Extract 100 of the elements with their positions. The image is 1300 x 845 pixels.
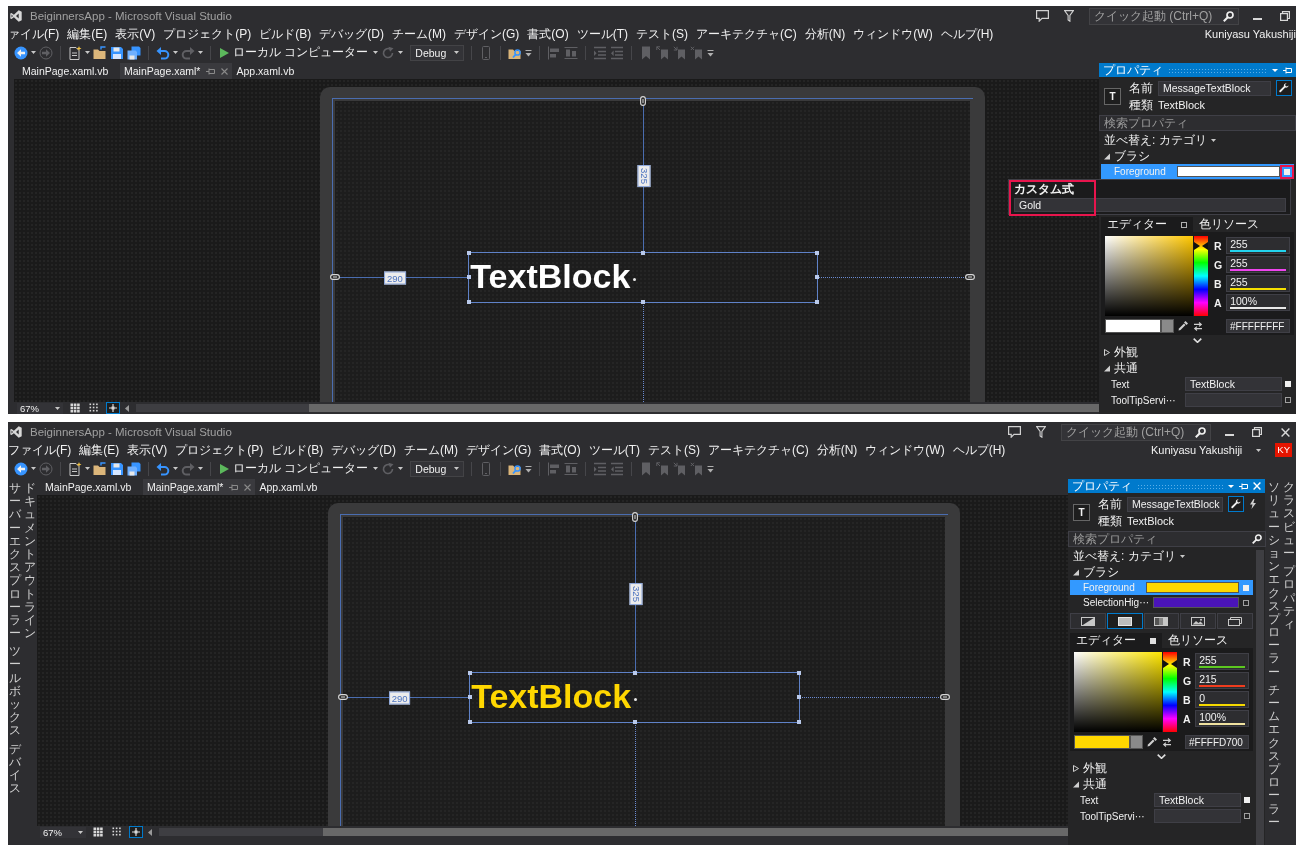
property-row[interactable]: SelectionHig···: [1070, 595, 1253, 610]
category-header[interactable]: 共通: [1099, 360, 1138, 376]
menu-item[interactable]: ウィンドウ(W): [865, 441, 945, 459]
configuration-dropdown[interactable]: Debug: [410, 460, 465, 477]
editor-tab[interactable]: 色リソース: [1193, 217, 1265, 232]
document-icon[interactable]: [68, 461, 82, 476]
channel-value-field[interactable]: 255: [1226, 256, 1290, 273]
resize-handle-icon[interactable]: [640, 250, 645, 255]
color-field[interactable]: [1105, 236, 1193, 316]
caret-icon[interactable]: [85, 51, 90, 54]
menu-item[interactable]: チーム(M): [392, 25, 446, 43]
quick-launch-field[interactable]: クイック起動 (Ctrl+Q): [1089, 7, 1239, 25]
property-marker-icon[interactable]: [1285, 397, 1291, 403]
eyedropper-icon[interactable]: [1178, 321, 1188, 331]
side-tab[interactable]: クラスビュー: [1283, 481, 1295, 561]
menu-item[interactable]: 表示(V): [127, 441, 168, 459]
anchor-icon[interactable]: [640, 96, 646, 106]
user-initials[interactable]: KY: [1275, 443, 1292, 457]
resize-handle-icon[interactable]: [814, 250, 819, 255]
resize-handle-icon[interactable]: [632, 719, 637, 724]
menu-item[interactable]: 表示(V): [115, 25, 156, 43]
overflow-icon[interactable]: [707, 463, 715, 474]
configuration-dropdown[interactable]: Debug: [410, 44, 465, 61]
properties-view-button[interactable]: [1228, 496, 1244, 512]
dotted-grid-icon[interactable]: [87, 402, 101, 414]
anchor-icon[interactable]: [337, 693, 348, 700]
resize-handle-icon[interactable]: [814, 299, 819, 304]
hex-field[interactable]: #FFFFD700: [1185, 735, 1249, 749]
menu-item[interactable]: 書式(O): [539, 441, 581, 459]
expression-field[interactable]: Gold: [1014, 198, 1286, 212]
menu-item[interactable]: デザイン(G): [466, 441, 532, 459]
zoom-dropdown[interactable]: 67%: [17, 402, 63, 414]
caret-icon[interactable]: [1179, 554, 1185, 558]
resize-handle-icon[interactable]: [467, 275, 472, 279]
document-tab[interactable]: MainPage.xaml.vb: [18, 63, 120, 79]
menu-item[interactable]: ウィンドウ(W): [853, 25, 933, 43]
property-marker-icon[interactable]: [1244, 813, 1250, 819]
resize-handle-icon[interactable]: [467, 250, 472, 255]
color-field[interactable]: [1074, 652, 1162, 732]
selection-rectangle[interactable]: TextBlock: [469, 671, 801, 723]
search-field[interactable]: 検索プロパティ: [1099, 115, 1296, 131]
side-tab[interactable]: ドキュメントアウトライン: [24, 482, 36, 641]
anchor-icon[interactable]: [965, 273, 976, 280]
chevron-down-icon[interactable]: [1193, 338, 1202, 343]
menu-item[interactable]: ビルド(B): [271, 441, 324, 459]
triangle-icon[interactable]: [1104, 364, 1110, 372]
anchor-icon[interactable]: [329, 273, 340, 280]
editor-tab[interactable]: エディター: [1070, 633, 1162, 648]
crosshair-icon[interactable]: [129, 826, 143, 838]
document-tab[interactable]: App.xaml.vb: [232, 63, 335, 79]
undo-icon[interactable]: [156, 45, 170, 60]
user-name[interactable]: Kuniyasu Yakushiji: [1204, 28, 1296, 40]
menu-item[interactable]: プロジェクト(P): [163, 25, 252, 43]
channel-value-field[interactable]: 100%: [1195, 710, 1249, 727]
name-field[interactable]: MessageTextBlock: [1158, 80, 1271, 96]
back-icon[interactable]: [14, 45, 28, 60]
menu-item[interactable]: デバッグ(D): [331, 441, 396, 459]
triangle-icon[interactable]: [1104, 348, 1110, 356]
property-value-field[interactable]: [1154, 809, 1241, 823]
funnel-icon[interactable]: [1064, 10, 1074, 22]
hex-field[interactable]: #FFFFFFFF: [1226, 319, 1290, 333]
vertical-scrollbar[interactable]: [1256, 550, 1264, 845]
property-value-field[interactable]: [1185, 393, 1282, 407]
brush-type-tab[interactable]: [1106, 613, 1143, 629]
editor-tab[interactable]: エディター: [1101, 217, 1193, 232]
caret-icon[interactable]: [373, 467, 379, 470]
overflow-icon[interactable]: [707, 47, 715, 58]
caret-icon[interactable]: [173, 51, 178, 54]
document-tab[interactable]: App.xaml.vb: [255, 479, 358, 495]
selection-rectangle[interactable]: TextBlock: [468, 251, 818, 303]
eyedropper-icon[interactable]: [1147, 737, 1157, 747]
category-header[interactable]: ブラシ: [1068, 564, 1119, 580]
side-tab[interactable]: デバイス: [9, 742, 21, 796]
folder-icon[interactable]: [93, 461, 107, 476]
run-button[interactable]: ローカル コンピューター: [218, 44, 371, 61]
swap-icon[interactable]: [1162, 737, 1172, 747]
property-value-field[interactable]: TextBlock: [1154, 793, 1241, 807]
caret-icon[interactable]: [373, 51, 379, 54]
caret-icon[interactable]: [55, 406, 60, 410]
triangle-icon[interactable]: [1073, 780, 1079, 788]
resize-handle-icon[interactable]: [467, 299, 472, 304]
swap-icon[interactable]: [1193, 321, 1203, 331]
channel-value-field[interactable]: 255: [1195, 653, 1249, 670]
document-tab[interactable]: MainPage.xaml*: [120, 63, 233, 79]
horizontal-scrollbar[interactable]: [136, 404, 1099, 412]
channel-value-field[interactable]: 255: [1226, 237, 1290, 254]
category-header[interactable]: ブラシ: [1099, 148, 1150, 164]
resize-handle-icon[interactable]: [797, 670, 802, 675]
side-tab[interactable]: サーバーエクスプローラー: [9, 482, 21, 641]
document-icon[interactable]: [68, 45, 82, 60]
brush-swatch[interactable]: [1146, 582, 1239, 593]
resize-handle-icon[interactable]: [797, 719, 802, 724]
anchor-icon[interactable]: [939, 693, 950, 700]
caret-icon[interactable]: [31, 51, 36, 54]
menu-item[interactable]: ファイル(F): [8, 441, 72, 459]
side-tab[interactable]: ツールボックス: [9, 645, 21, 738]
property-marker-icon[interactable]: [1244, 797, 1250, 803]
overflow-icon[interactable]: [525, 463, 533, 474]
speech-bubble-icon[interactable]: [1036, 10, 1049, 22]
crosshair-icon[interactable]: [106, 402, 120, 414]
